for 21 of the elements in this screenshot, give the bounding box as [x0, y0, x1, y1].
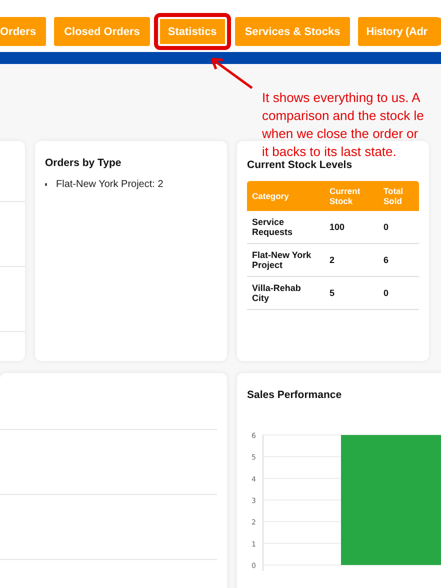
column-header: Total Sold: [378, 181, 419, 211]
annotation-text: comparison and the stock le: [262, 107, 425, 125]
table-cell: Flat-New York Project: [247, 244, 324, 276]
card-title: Current Stock Levels: [247, 159, 354, 171]
card-title: Orders by Type: [45, 157, 122, 169]
annotation-text: It shows everything to us. A: [262, 89, 422, 107]
card-title: Sales Performance: [247, 389, 343, 401]
table-cell: 0: [378, 276, 419, 310]
column-header: Category: [247, 181, 324, 211]
table-cell: Villa-Rehab City: [247, 276, 324, 310]
table-cell: 100: [324, 211, 378, 244]
tab[interactable]: Statistics: [154, 13, 231, 50]
table-cell: 2: [324, 244, 378, 276]
table-cell: Service Requests: [247, 211, 324, 244]
table-cell: 6: [378, 244, 419, 276]
column-header: Current Stock: [324, 181, 378, 211]
annotation-text: it backs to its last state.: [262, 143, 398, 160]
table-cell: 5: [324, 276, 378, 310]
annotation-text: when we close the order or: [262, 125, 420, 143]
list-item: Flat-New York Project: 2: [56, 179, 164, 190]
table-cell: 0: [378, 211, 419, 244]
